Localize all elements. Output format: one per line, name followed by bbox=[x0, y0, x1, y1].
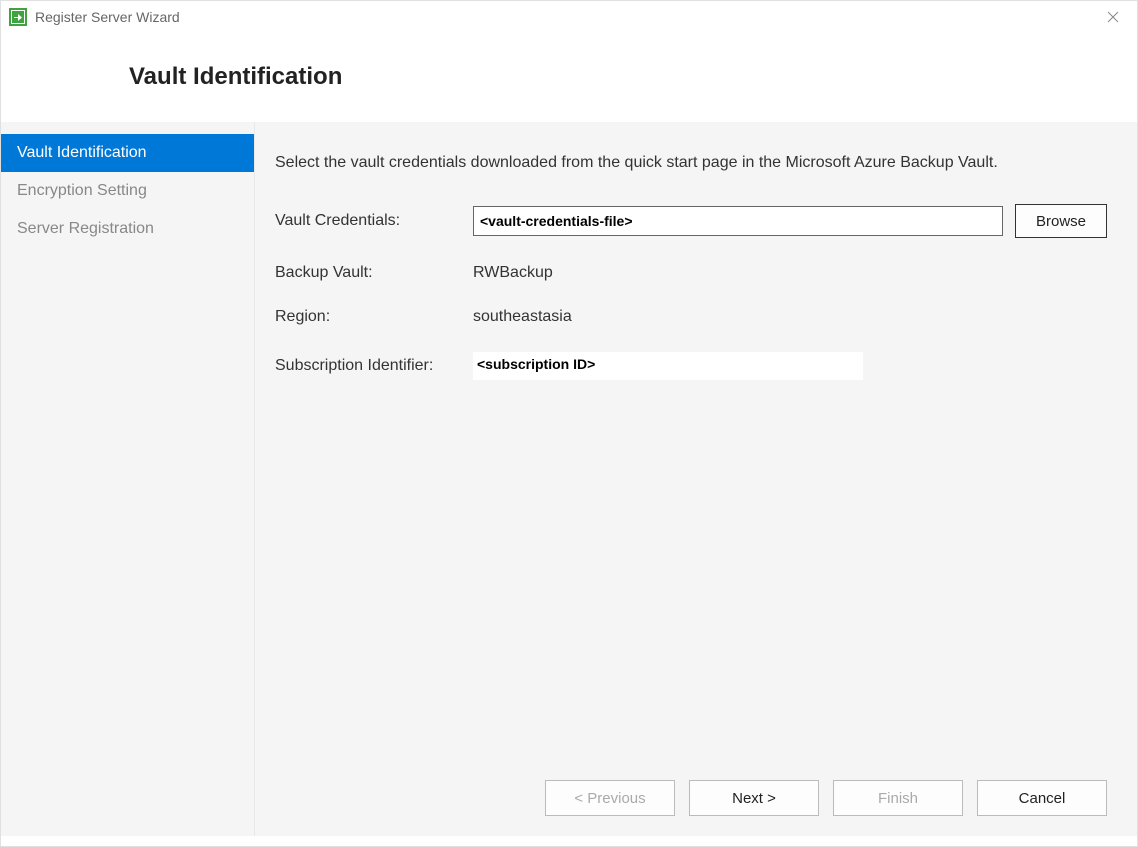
row-region: Region: southeastasia bbox=[275, 308, 1107, 326]
body-area: Vault Identification Encryption Setting … bbox=[1, 121, 1137, 836]
row-subscription: Subscription Identifier: <subscription I… bbox=[275, 352, 1107, 380]
label-subscription: Subscription Identifier: bbox=[275, 357, 473, 375]
label-vault-credentials: Vault Credentials: bbox=[275, 212, 473, 230]
row-backup-vault: Backup Vault: RWBackup bbox=[275, 264, 1107, 282]
previous-button: < Previous bbox=[545, 780, 675, 816]
vault-credentials-input[interactable] bbox=[473, 206, 1003, 236]
row-vault-credentials: Vault Credentials: Browse bbox=[275, 204, 1107, 238]
label-region: Region: bbox=[275, 308, 473, 326]
sidebar: Vault Identification Encryption Setting … bbox=[1, 122, 255, 836]
value-region: southeastasia bbox=[473, 308, 572, 326]
label-backup-vault: Backup Vault: bbox=[275, 264, 473, 282]
close-icon[interactable] bbox=[1097, 1, 1129, 33]
browse-button[interactable]: Browse bbox=[1015, 204, 1107, 238]
header-area: Vault Identification bbox=[1, 33, 1137, 121]
window-title: Register Server Wizard bbox=[35, 9, 180, 25]
app-icon bbox=[9, 8, 27, 26]
sidebar-step-encryption-setting[interactable]: Encryption Setting bbox=[1, 172, 254, 210]
value-subscription: <subscription ID> bbox=[473, 352, 863, 380]
titlebar: Register Server Wizard bbox=[1, 1, 1137, 33]
sidebar-step-vault-identification[interactable]: Vault Identification bbox=[1, 134, 254, 172]
button-bar: < Previous Next > Finish Cancel bbox=[275, 780, 1107, 820]
page-title: Vault Identification bbox=[129, 63, 1137, 91]
finish-button: Finish bbox=[833, 780, 963, 816]
instruction-text: Select the vault credentials downloaded … bbox=[275, 152, 1055, 174]
content-area: Select the vault credentials downloaded … bbox=[255, 122, 1137, 836]
value-backup-vault: RWBackup bbox=[473, 264, 553, 282]
next-button[interactable]: Next > bbox=[689, 780, 819, 816]
cancel-button[interactable]: Cancel bbox=[977, 780, 1107, 816]
sidebar-step-server-registration[interactable]: Server Registration bbox=[1, 210, 254, 248]
